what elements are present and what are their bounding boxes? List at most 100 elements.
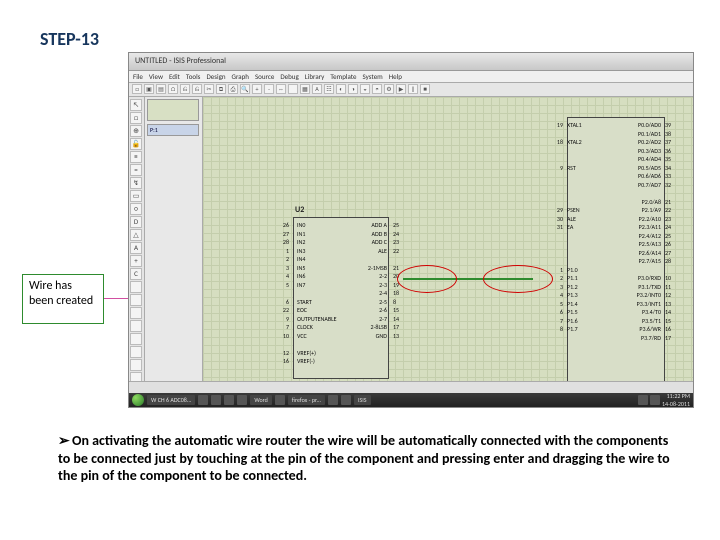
tool-button[interactable]	[130, 333, 142, 345]
big-left-names: XTAL1 XTAL2 RST PSEN ALE EA P1.0 P1.1 P1…	[567, 121, 609, 334]
tool-button[interactable]: ⊕	[130, 125, 142, 137]
toolbar-button[interactable]: +	[252, 84, 262, 94]
tool-button[interactable]: □	[130, 112, 142, 124]
toolbar-button[interactable]: ▦	[300, 84, 310, 94]
menu-item[interactable]: System	[363, 72, 383, 81]
tool-button[interactable]: +	[130, 255, 142, 267]
menu-item[interactable]: View	[149, 72, 163, 81]
device-browser: P:1	[145, 97, 203, 393]
toolbar-button[interactable]: ☷	[324, 84, 334, 94]
tool-button[interactable]	[130, 359, 142, 371]
u2-left-names: IN0 IN1 IN2 IN3 IN4 IN5 IN6 IN7 START EO…	[297, 221, 337, 366]
menu-item[interactable]: Debug	[280, 72, 298, 81]
part-item[interactable]: P:1	[147, 124, 199, 136]
taskbar-item[interactable]	[237, 395, 247, 405]
tool-button[interactable]: =	[130, 164, 142, 176]
toolbar-button[interactable]: ✂	[204, 84, 214, 94]
app-toolbar: □▣▤⌂⎌⎌✂⧉⎙🔍+-⇔▦A☷◐◑◒◓⚙▶‖■	[129, 83, 693, 97]
toolbar-button[interactable]: ⌂	[168, 84, 178, 94]
system-tray: 11:22 PM 14-08-2011	[638, 392, 690, 408]
toolbar-button[interactable]: ▣	[144, 84, 154, 94]
slide-body-text: On activating the automatic wire router …	[58, 432, 670, 484]
tool-button[interactable]: ≡	[130, 151, 142, 163]
big-left-nums: 19 18 9 29 30 31 1 2 3 4 5 6 7 8	[547, 121, 563, 334]
overview-thumb	[147, 99, 199, 121]
menu-item[interactable]: Graph	[232, 72, 249, 81]
menu-item[interactable]: Design	[206, 72, 225, 81]
toolbar-button[interactable]: ‖	[408, 84, 418, 94]
taskbar-item[interactable]	[275, 395, 285, 405]
toolbar-button[interactable]: ▤	[156, 84, 166, 94]
toolbar-button[interactable]: □	[132, 84, 142, 94]
u2-refdes: U2	[295, 205, 304, 215]
menu-item[interactable]: Template	[330, 72, 356, 81]
taskbar-item[interactable]: Word	[250, 395, 271, 405]
highlight-ellipse-right	[483, 265, 553, 293]
tool-button[interactable]: ○	[130, 203, 142, 215]
tool-button[interactable]: △	[130, 229, 142, 241]
tool-button[interactable]: ↖	[130, 99, 142, 111]
toolbar-button[interactable]: ⎙	[228, 84, 238, 94]
tool-button[interactable]: D	[130, 216, 142, 228]
tool-button[interactable]	[130, 294, 142, 306]
toolbar-button[interactable]: ■	[420, 84, 430, 94]
taskbar-item[interactable]	[328, 395, 338, 405]
left-toolbar: ↖□⊕🔓≡=↯▭○D△A+C	[129, 97, 145, 393]
slide-title: STEP-13	[40, 28, 99, 50]
taskbar-item[interactable]	[211, 395, 221, 405]
toolbar-button[interactable]: ◑	[348, 84, 358, 94]
tray-icon[interactable]	[638, 395, 648, 405]
tool-button[interactable]: A	[130, 242, 142, 254]
toolbar-button[interactable]: ⧉	[216, 84, 226, 94]
toolbar-button[interactable]: ◐	[336, 84, 346, 94]
bullet-icon: ➢	[58, 432, 72, 450]
app-titlebar: UNTITLED - ISIS Professional	[129, 53, 693, 71]
toolbar-button[interactable]: ⇔	[276, 84, 286, 94]
schematic-canvas[interactable]: U2 26 27 28 1 2 3 4 5 6 22 9 7 10 12 16 …	[203, 97, 693, 393]
tool-button[interactable]	[130, 320, 142, 332]
toolbar-button[interactable]: ⚙	[384, 84, 394, 94]
big-right-names: P0.0/AD0 P0.1/AD1 P0.2/AD2 P0.3/AD3 P0.4…	[613, 121, 661, 342]
toolbar-button[interactable]: ◒	[360, 84, 370, 94]
taskbar-item[interactable]: W CH 6 ADC08...	[147, 395, 195, 405]
start-button[interactable]	[132, 394, 144, 406]
tray-icon[interactable]	[650, 395, 660, 405]
tool-button[interactable]: C	[130, 268, 142, 280]
toolbar-button[interactable]: -	[264, 84, 274, 94]
u2-right-names: ADD A ADD B ADD C ALE 2-1MSB 2-2 2-3 2-4…	[345, 221, 387, 340]
taskbar-item[interactable]: firefox - pr...	[288, 395, 325, 405]
toolbar-button[interactable]: ▶	[396, 84, 406, 94]
menu-item[interactable]: File	[133, 72, 143, 81]
taskbar-clock: 11:22 PM 14-08-2011	[662, 392, 690, 408]
tool-button[interactable]: 🔓	[130, 138, 142, 150]
toolbar-button[interactable]: A	[312, 84, 322, 94]
tool-button[interactable]	[130, 346, 142, 358]
toolbar-button[interactable]: ⎌	[180, 84, 190, 94]
slide-body: ➢On activating the automatic wire router…	[58, 432, 672, 485]
tool-button[interactable]: ▭	[130, 190, 142, 202]
wire-created-callout: Wire has been created	[22, 274, 104, 324]
proteus-screenshot: UNTITLED - ISIS Professional File View Edi…	[128, 52, 694, 408]
toolbar-button[interactable]: ◓	[372, 84, 382, 94]
tool-button[interactable]	[130, 281, 142, 293]
app-menubar: File View Edit Tools Design Graph Source Debug L…	[129, 71, 693, 83]
u2-left-nums: 26 27 28 1 2 3 4 5 6 22 9 7 10 12 16	[271, 221, 289, 366]
toolbar-button[interactable]: 🔍	[240, 84, 250, 94]
menu-item[interactable]: Tools	[186, 72, 201, 81]
taskbar-item[interactable]: ISIS	[354, 395, 371, 405]
menu-item[interactable]: Help	[389, 72, 402, 81]
menu-item[interactable]: Library	[305, 72, 325, 81]
taskbar-item[interactable]	[224, 395, 234, 405]
toolbar-button[interactable]: ⎌	[192, 84, 202, 94]
windows-taskbar: W CH 6 ADC08... Word firefox - pr... ISIS 1…	[129, 393, 693, 407]
toolbar-button[interactable]	[288, 84, 298, 94]
highlight-ellipse-left	[397, 265, 457, 293]
menu-item[interactable]: Edit	[169, 72, 180, 81]
taskbar-item[interactable]	[198, 395, 208, 405]
tool-button[interactable]: ↯	[130, 177, 142, 189]
tool-button[interactable]	[130, 307, 142, 319]
taskbar-item[interactable]	[341, 395, 351, 405]
big-right-nums: 39 38 37 36 35 34 33 32 21 22 23 24 25 2…	[665, 121, 681, 342]
menu-item[interactable]: Source	[255, 72, 274, 81]
app-statusbar	[129, 381, 693, 393]
